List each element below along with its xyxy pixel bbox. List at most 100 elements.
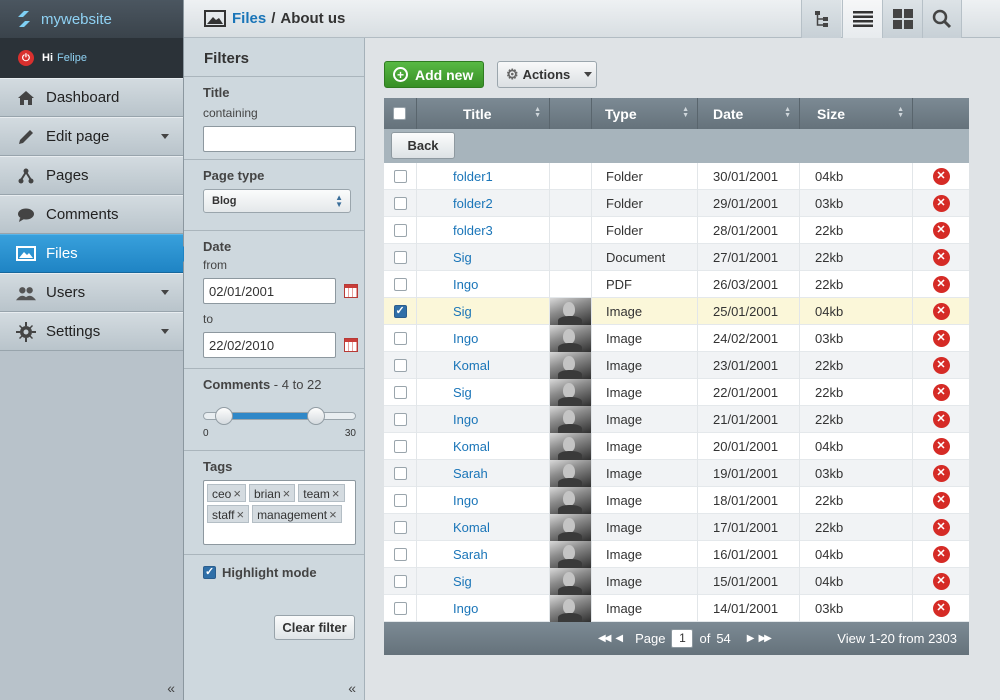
table-row[interactable]: folder1 Folder 30/01/2001 04kb ✕: [384, 163, 969, 190]
row-checkbox[interactable]: [393, 413, 407, 426]
delete-icon[interactable]: ✕: [932, 249, 950, 266]
delete-icon[interactable]: ✕: [932, 222, 950, 239]
clear-filter-button[interactable]: Clear filter: [274, 615, 355, 640]
power-icon[interactable]: ⏻: [18, 50, 34, 66]
row-title[interactable]: Sig: [417, 298, 550, 325]
column-date[interactable]: Date ▲ ▼: [698, 98, 800, 129]
row-title[interactable]: Komal: [417, 514, 550, 541]
row-checkbox[interactable]: [393, 386, 407, 399]
delete-icon[interactable]: ✕: [932, 276, 950, 293]
back-button[interactable]: Back: [391, 132, 455, 159]
search-button[interactable]: [922, 0, 962, 38]
date-to-input[interactable]: 22/02/2010: [203, 332, 336, 358]
remove-tag-icon[interactable]: ×: [332, 486, 340, 501]
brand[interactable]: mywebsite: [0, 0, 183, 38]
row-title[interactable]: Sarah: [417, 541, 550, 568]
delete-icon[interactable]: ✕: [932, 411, 950, 428]
row-title[interactable]: Sig: [417, 379, 550, 406]
highlight-mode-toggle[interactable]: Highlight mode: [203, 565, 364, 580]
calendar-icon[interactable]: [344, 284, 358, 298]
actions-dropdown[interactable]: ⚙ Actions: [497, 61, 597, 88]
delete-icon[interactable]: ✕: [932, 600, 950, 617]
first-page-icon[interactable]: ◀◀: [598, 633, 611, 644]
table-row[interactable]: Ingo Image 18/01/2001 22kb ✕: [384, 487, 969, 514]
row-title-link[interactable]: Ingo: [453, 601, 478, 616]
row-title[interactable]: Ingo: [417, 487, 550, 514]
row-title[interactable]: Ingo: [417, 595, 550, 622]
row-checkbox[interactable]: [393, 548, 407, 561]
table-row[interactable]: Sig Image25/01/200104kb ✕: [384, 298, 969, 325]
delete-icon[interactable]: ✕: [932, 303, 950, 320]
row-title-link[interactable]: folder3: [453, 223, 493, 238]
tree-view-button[interactable]: [801, 0, 841, 38]
delete-icon[interactable]: ✕: [932, 465, 950, 482]
remove-tag-icon[interactable]: ×: [329, 507, 337, 522]
prev-page-icon[interactable]: ◀: [615, 633, 623, 644]
column-type[interactable]: Type ▲ ▼: [592, 98, 698, 129]
row-checkbox[interactable]: [393, 332, 407, 345]
collapse-filters-icon[interactable]: «: [348, 680, 356, 696]
column-title[interactable]: Title ▲ ▼: [417, 98, 550, 129]
table-row[interactable]: Sarah Image 16/01/2001 04kb ✕: [384, 541, 969, 568]
row-checkbox[interactable]: [393, 278, 407, 291]
row-checkbox[interactable]: [393, 440, 407, 453]
row-title-link[interactable]: Sig: [453, 574, 472, 589]
nav-item-users[interactable]: Users: [0, 273, 183, 312]
row-checkbox[interactable]: [393, 197, 407, 210]
table-row[interactable]: folder3 Folder 28/01/2001 22kb ✕: [384, 217, 969, 244]
row-title-link[interactable]: Sarah: [453, 547, 488, 562]
table-row[interactable]: Sig Document 27/01/2001 22kb ✕: [384, 244, 969, 271]
delete-icon[interactable]: ✕: [932, 573, 950, 590]
nav-item-pages[interactable]: Pages: [0, 156, 183, 195]
row-checkbox[interactable]: [393, 224, 407, 237]
row-title[interactable]: folder3: [417, 217, 550, 244]
row-title-link[interactable]: folder1: [453, 169, 493, 184]
row-title-link[interactable]: Ingo: [453, 412, 478, 427]
nav-item-comments[interactable]: Comments: [0, 195, 183, 234]
row-title-link[interactable]: Ingo: [453, 493, 478, 508]
delete-icon[interactable]: ✕: [932, 438, 950, 455]
highlight-checkbox[interactable]: [203, 565, 216, 579]
row-title[interactable]: Ingo: [417, 325, 550, 352]
row-title[interactable]: Ingo: [417, 271, 550, 298]
row-title-link[interactable]: Komal: [453, 520, 490, 535]
row-checkbox[interactable]: [393, 467, 407, 480]
table-row[interactable]: Sig Image 22/01/2001 22kb ✕: [384, 379, 969, 406]
row-title-link[interactable]: Sarah: [453, 466, 488, 481]
table-row[interactable]: Sig Image 15/01/2001 04kb ✕: [384, 568, 969, 595]
row-title[interactable]: Ingo: [417, 406, 550, 433]
row-title[interactable]: Komal: [417, 433, 550, 460]
slider-handle-min[interactable]: [215, 407, 234, 425]
row-checkbox[interactable]: [393, 602, 407, 615]
table-row[interactable]: Sarah Image 19/01/2001 03kb ✕: [384, 460, 969, 487]
user-name[interactable]: Felipe: [57, 52, 87, 64]
row-checkbox[interactable]: [393, 251, 407, 264]
remove-tag-icon[interactable]: ×: [283, 486, 291, 501]
nav-item-edit-page[interactable]: Edit page: [0, 117, 183, 156]
delete-icon[interactable]: ✕: [932, 519, 950, 536]
nav-item-dashboard[interactable]: Dashboard: [0, 78, 183, 117]
row-title[interactable]: folder2: [417, 190, 550, 217]
tags-input[interactable]: ceo × brian × team × staff × management ×: [203, 480, 356, 545]
row-title-link[interactable]: Sig: [453, 250, 472, 265]
row-title[interactable]: folder1: [417, 163, 550, 190]
delete-icon[interactable]: ✕: [932, 168, 950, 185]
row-checkbox[interactable]: [393, 494, 407, 507]
slider-handle-max[interactable]: [307, 407, 326, 425]
row-title-link[interactable]: Ingo: [453, 331, 478, 346]
delete-icon[interactable]: ✕: [932, 546, 950, 563]
table-row[interactable]: folder2 Folder 29/01/2001 03kb ✕: [384, 190, 969, 217]
table-row[interactable]: Komal Image 20/01/2001 04kb ✕: [384, 433, 969, 460]
grid-view-button[interactable]: [882, 0, 922, 38]
row-checkbox[interactable]: [393, 575, 407, 588]
row-title-link[interactable]: Komal: [453, 439, 490, 454]
list-view-button[interactable]: [842, 0, 882, 38]
comments-range-slider[interactable]: [203, 407, 356, 425]
delete-icon[interactable]: ✕: [932, 195, 950, 212]
row-checkbox[interactable]: [393, 170, 407, 183]
row-title-link[interactable]: Sig: [453, 304, 472, 319]
remove-tag-icon[interactable]: ×: [236, 507, 244, 522]
row-title[interactable]: Sarah: [417, 460, 550, 487]
row-title[interactable]: Sig: [417, 244, 550, 271]
delete-icon[interactable]: ✕: [932, 492, 950, 509]
